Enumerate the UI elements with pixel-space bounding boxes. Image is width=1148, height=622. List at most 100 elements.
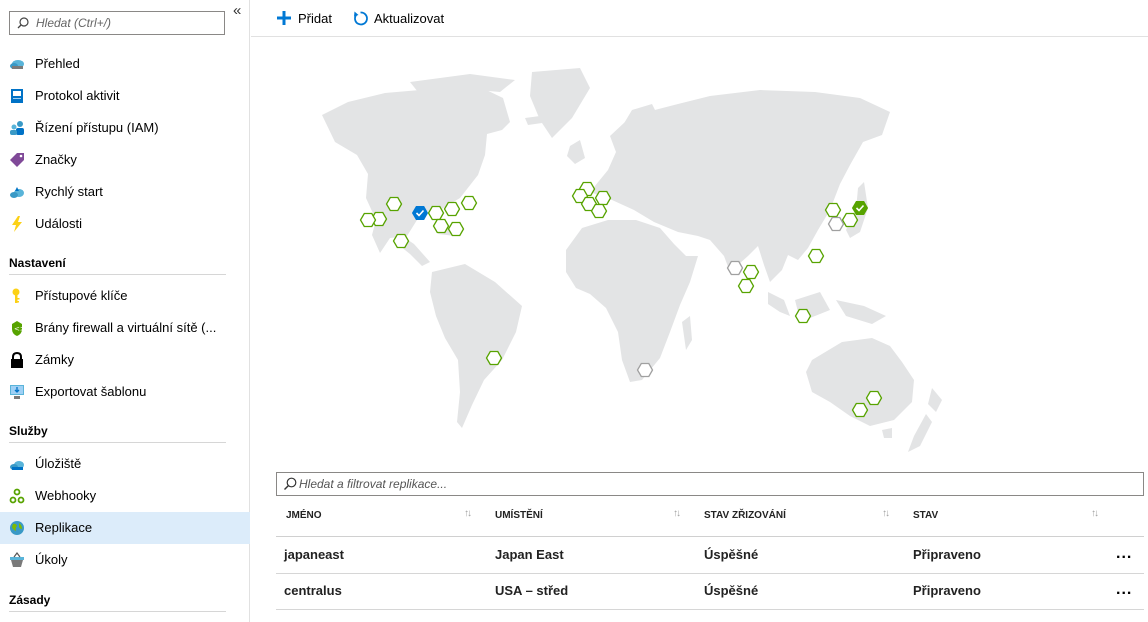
nav-item-label: Webhooky (35, 488, 97, 503)
export-template-icon (10, 385, 24, 399)
replica-region-marker[interactable] (851, 201, 869, 215)
nav-item-label: Rychlý start (35, 184, 103, 199)
webhook-icon (9, 488, 25, 504)
available-region-marker[interactable] (427, 205, 445, 221)
table-row[interactable]: centralus USA – střed Úspěšné Připraveno… (276, 573, 1144, 610)
tag-icon (10, 153, 24, 167)
available-region-marker[interactable] (385, 196, 403, 212)
cell-status: Připraveno (913, 547, 981, 562)
nav-item-label: Přístupové klíče (35, 288, 128, 303)
more-actions-button[interactable]: ... (1116, 537, 1132, 571)
quickstart-cloud-icon (10, 187, 24, 198)
key-icon (12, 288, 20, 303)
section-header-services: Služby (9, 420, 226, 443)
cell-location: USA – střed (495, 583, 569, 598)
nav-item-label: Zámky (35, 352, 74, 367)
available-region-marker[interactable] (447, 221, 465, 237)
nav-item-label: Značky (35, 152, 77, 167)
more-actions-button[interactable]: ... (1116, 573, 1132, 607)
cell-provisioning-state: Úspěšné (704, 547, 759, 562)
nav-item-label: Protokol aktivit (35, 88, 120, 103)
table-row[interactable]: japaneast Japan East Úspěšné Připraveno … (276, 537, 1144, 574)
replication-filter-input[interactable] (299, 474, 1119, 494)
search-icon (17, 17, 29, 29)
nav-item-locks[interactable]: Zámky (0, 344, 250, 376)
column-header-name[interactable]: JMÉNO (286, 500, 476, 536)
column-header-location[interactable]: UMÍSTĚNÍ (495, 500, 685, 536)
sort-icon[interactable]: ↑↓ (1091, 508, 1099, 519)
cell-name[interactable]: centralus (284, 573, 342, 609)
available-region-marker[interactable] (794, 308, 812, 324)
nav-item-access-keys[interactable]: Přístupové klíče (0, 280, 250, 312)
nav-item-replications[interactable]: Replikace (0, 512, 250, 544)
world-land (322, 68, 942, 452)
add-button-label: Přidat (298, 11, 332, 26)
command-bar: Přidat Aktualizovat (251, 0, 1148, 37)
nav-item-firewall[interactable]: <> Brány firewall a virtuální sítě (... (0, 312, 250, 344)
add-button[interactable]: Přidat (276, 9, 358, 29)
cell-provisioning-state: Úspěšné (704, 583, 759, 598)
column-header-status[interactable]: STAV (913, 500, 1103, 536)
lightning-icon (12, 216, 22, 232)
available-region-marker[interactable] (742, 264, 760, 280)
firewall-shield-icon: <> (12, 321, 25, 336)
available-region-marker[interactable] (737, 278, 755, 294)
cell-name[interactable]: japaneast (284, 537, 344, 573)
available-region-marker[interactable] (841, 212, 859, 228)
available-region-marker[interactable] (865, 390, 883, 406)
tasks-basket-icon (10, 552, 24, 567)
available-region-marker[interactable] (594, 190, 612, 206)
registry-home-region-marker[interactable] (411, 206, 429, 220)
available-region-marker[interactable] (807, 248, 825, 264)
sort-icon[interactable]: ↑↓ (673, 508, 681, 519)
nav-item-label: Události (35, 216, 82, 231)
activity-log-icon (11, 89, 23, 103)
world-replication-map (322, 68, 942, 452)
section-header-policies: Zásady (9, 589, 226, 612)
svg-text:<>: <> (14, 325, 25, 333)
nav-item-quickstart[interactable]: Rychlý start (0, 176, 250, 208)
available-region-marker[interactable] (359, 212, 377, 228)
menu-search-box[interactable] (9, 11, 225, 35)
available-region-marker[interactable] (851, 402, 869, 418)
available-region-marker[interactable] (432, 218, 450, 234)
nav-item-label: Exportovat šablonu (35, 384, 147, 399)
sort-icon[interactable]: ↑↓ (882, 508, 890, 519)
nav-item-label: Brány firewall a virtuální sítě (... (35, 320, 217, 335)
search-icon (284, 477, 297, 490)
cell-status: Připraveno (913, 583, 981, 598)
column-header-provisioning-state[interactable]: STAV ZŘIZOVÁNÍ (704, 500, 894, 536)
available-region-marker[interactable] (460, 195, 478, 211)
nav-item-label: Replikace (35, 520, 93, 535)
section-header-settings: Nastavení (9, 252, 226, 275)
replication-filter-box[interactable] (276, 472, 1144, 496)
nav-item-label: Řízení přístupu (IAM) (35, 120, 159, 135)
unavailable-region-marker[interactable] (726, 260, 744, 276)
sort-icon[interactable]: ↑↓ (464, 508, 472, 519)
refresh-button[interactable]: Aktualizovat (352, 9, 462, 29)
available-region-marker[interactable] (824, 202, 842, 218)
column-header-label: JMÉNO (286, 510, 322, 521)
nav-item-events[interactable]: Události (0, 208, 250, 240)
collapse-menu-icon[interactable]: « (233, 3, 245, 20)
nav-item-webhooks[interactable]: Webhooky (0, 480, 250, 512)
column-header-label: STAV (913, 510, 939, 521)
unavailable-region-marker[interactable] (827, 216, 845, 232)
nav-item-activity-log[interactable]: Protokol aktivit (0, 80, 250, 112)
nav-item-label: Úložiště (35, 456, 82, 471)
nav-item-tags[interactable]: Značky (0, 144, 250, 176)
cell-location: Japan East (495, 547, 564, 562)
available-region-marker[interactable] (485, 350, 503, 366)
nav-item-export-template[interactable]: Exportovat šablonu (0, 376, 250, 408)
unavailable-region-marker[interactable] (636, 362, 654, 378)
nav-item-iam[interactable]: Řízení přístupu (IAM) (0, 112, 250, 144)
available-region-marker[interactable] (590, 203, 608, 219)
nav-item-tasks[interactable]: Úkoly (0, 544, 250, 576)
lock-icon (11, 352, 23, 368)
available-region-marker[interactable] (392, 233, 410, 249)
nav-item-overview[interactable]: Přehled (0, 48, 250, 80)
available-region-marker[interactable] (443, 201, 461, 217)
nav-item-storage[interactable]: Úložiště (0, 448, 250, 480)
plus-icon (277, 11, 291, 25)
menu-search-input[interactable] (36, 13, 220, 33)
